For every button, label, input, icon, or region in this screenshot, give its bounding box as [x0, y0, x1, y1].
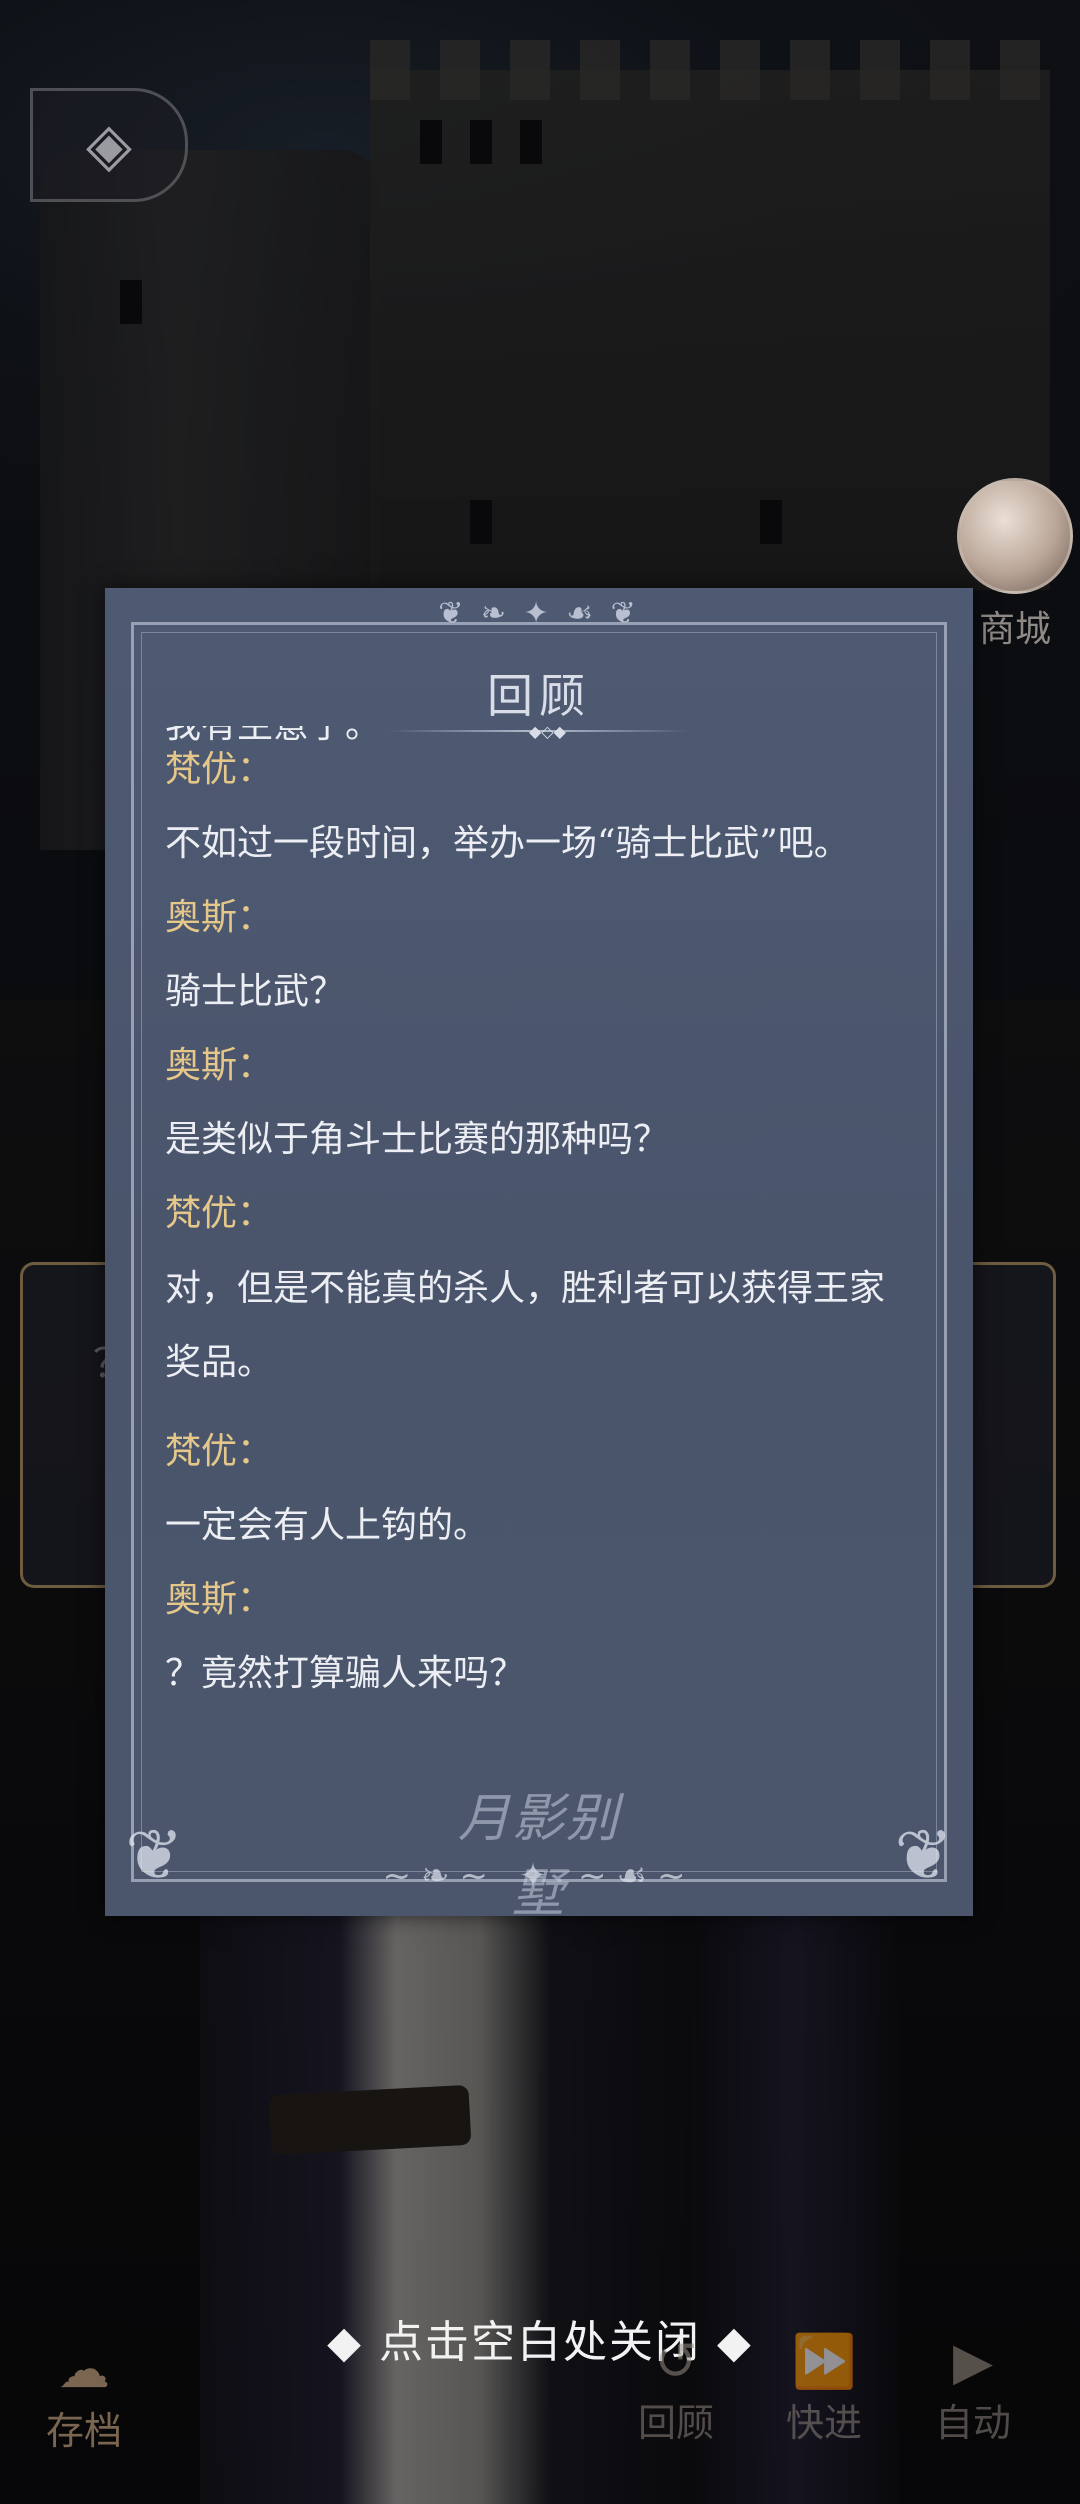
shop-button[interactable]: 商城: [955, 478, 1075, 652]
shop-avatar: [957, 478, 1073, 594]
corner-ornament-icon: ❦: [125, 1814, 184, 1896]
shop-label: 商城: [978, 609, 1051, 650]
fast-forward-icon: ⏩: [791, 2332, 857, 2392]
history-icon: ↺: [654, 2332, 698, 2392]
auto-button[interactable]: ▶ 自动: [913, 2332, 1033, 2447]
log-speaker: 梵优：: [165, 749, 274, 790]
log-text: 一定会有人上钩的。: [165, 1505, 490, 1546]
save-label: 存档: [45, 2409, 122, 2453]
log-text: 对，但是不能真的杀人，胜利者可以获得王家奖品。: [165, 1268, 886, 1383]
auto-label: 自动: [934, 2401, 1011, 2445]
review-panel: ❦ ❧ ✦ ☙ ❦ 回顾 ◆◇◆ 我有主意了。 梵优： 不如过一段时间，举办一场…: [105, 588, 973, 1924]
fast-forward-button[interactable]: ⏩ 快进: [764, 2332, 884, 2447]
log-text: 骑士比武？: [165, 971, 346, 1012]
log-text: ？竟然打算骗人来吗？: [165, 1653, 526, 1694]
dialogue-log[interactable]: 梵优： 不如过一段时间，举办一场“骑士比武”吧。 奥斯： 骑士比武？ 奥斯： 是…: [165, 748, 933, 1750]
log-text: 不如过一段时间，举办一场“骑士比武”吧。: [165, 823, 850, 864]
log-partial-line: 我有主意了。: [165, 726, 381, 748]
save-icon: ☁: [58, 2340, 110, 2400]
log-speaker: 梵优：: [165, 1431, 274, 1472]
log-speaker: 奥斯：: [165, 1579, 274, 1620]
game-logo: 月影别墅: [457, 1789, 620, 1924]
back-button[interactable]: ◈: [30, 88, 188, 202]
panel-title: 回顾: [487, 669, 591, 723]
play-icon: ▶: [953, 2332, 993, 2392]
fast-forward-label: 快进: [785, 2401, 862, 2445]
review-label: 回顾: [637, 2401, 714, 2445]
log-speaker: 奥斯：: [165, 1045, 274, 1086]
corner-ornament-icon: ❦: [894, 1814, 953, 1896]
back-arrow-icon: ◈: [85, 110, 133, 180]
log-text: 是类似于角斗士比赛的那种吗？: [165, 1119, 670, 1160]
diamond-icon: ◆◇◆: [529, 722, 566, 741]
ornament-top-icon: ❦ ❧ ✦ ☙ ❦: [438, 596, 640, 631]
log-speaker: 奥斯：: [165, 897, 274, 938]
log-speaker: 梵优：: [165, 1193, 274, 1234]
review-button[interactable]: ↺ 回顾: [616, 2332, 736, 2447]
save-button[interactable]: ☁ 存档: [24, 2340, 144, 2455]
